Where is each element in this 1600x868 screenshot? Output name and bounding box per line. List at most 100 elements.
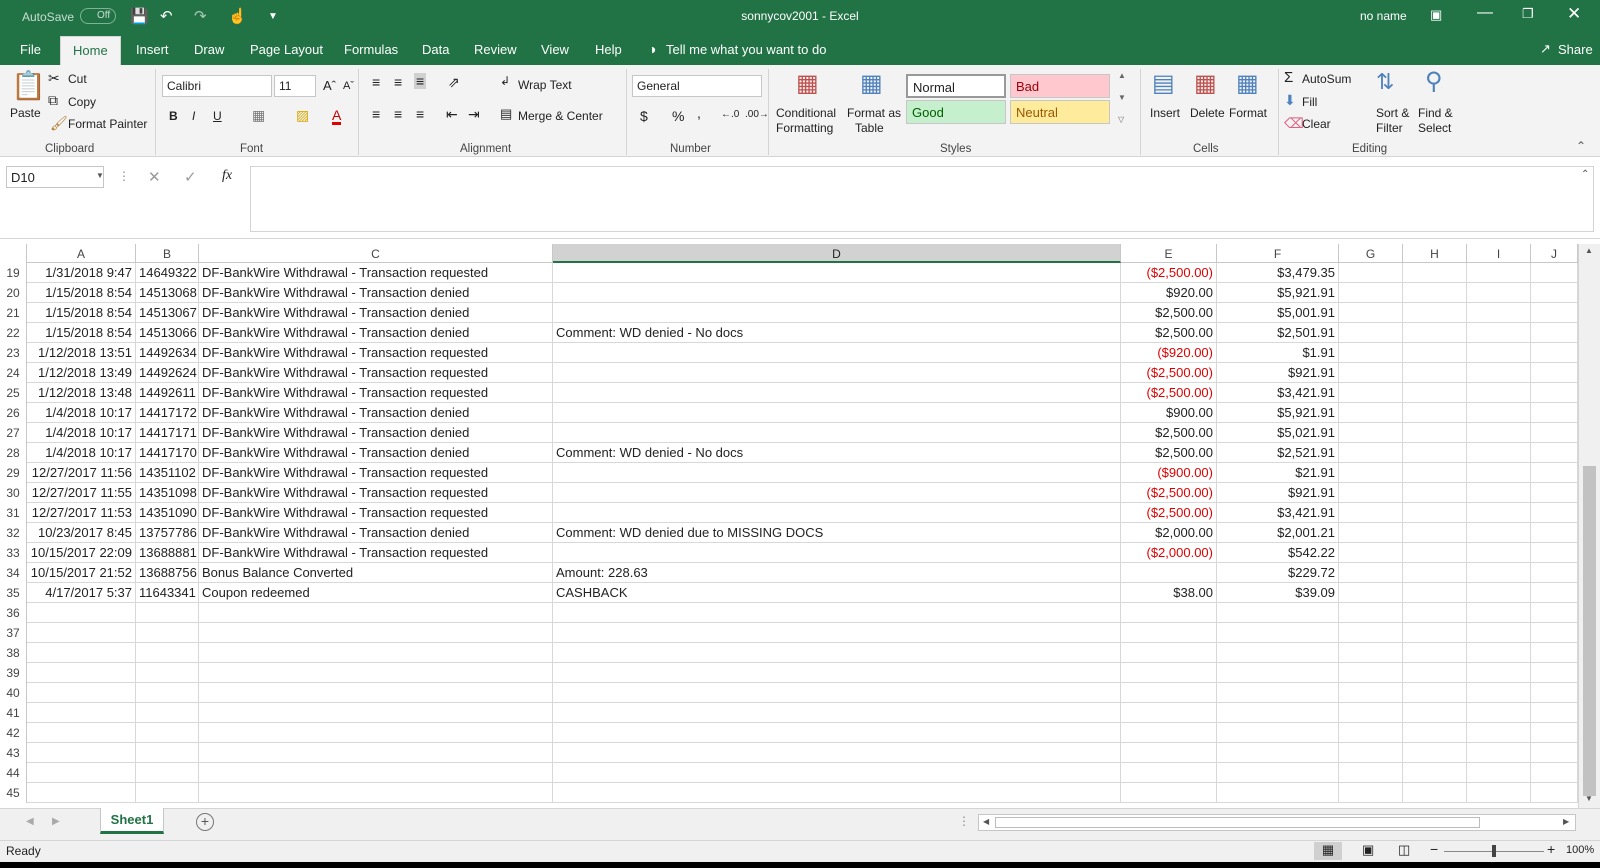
cell-c[interactable]: Bonus Balance Converted [199,563,553,583]
cell-g[interactable] [1339,283,1403,303]
cell-i[interactable] [1467,563,1531,583]
cell-d[interactable] [553,683,1121,703]
row-header[interactable]: 31 [0,503,27,523]
cell-e[interactable]: ($2,000.00) [1121,543,1217,563]
cell-i[interactable] [1467,783,1531,803]
tab-view[interactable]: View [541,42,569,57]
insert-function-button[interactable]: fx [222,168,232,184]
cell-f[interactable]: $921.91 [1217,363,1339,383]
cell-j[interactable] [1531,463,1578,483]
column-header-i[interactable]: I [1467,244,1531,263]
format-as-table-label2[interactable]: Table [855,121,884,135]
borders-icon[interactable]: ▦ [252,107,265,124]
cell-e[interactable]: ($2,500.00) [1121,383,1217,403]
scroll-up-icon[interactable]: ▲ [1585,246,1593,255]
cell-b[interactable]: 14417172 [136,403,199,423]
cell-b[interactable]: 14492611 [136,383,199,403]
cell-j[interactable] [1531,703,1578,723]
cell-d[interactable] [553,763,1121,783]
cell-a[interactable] [27,643,136,663]
cell-f[interactable]: $21.91 [1217,463,1339,483]
column-header-j[interactable]: J [1531,244,1578,263]
cell-c[interactable] [199,703,553,723]
column-header-f[interactable]: F [1217,244,1339,263]
formula-input[interactable] [250,166,1594,232]
cell-b[interactable] [136,663,199,683]
cell-g[interactable] [1339,363,1403,383]
cell-c[interactable]: DF-BankWire Withdrawal - Transaction req… [199,463,553,483]
styles-scroll-up-icon[interactable]: ▲ [1118,71,1126,80]
row-header[interactable]: 35 [0,583,27,603]
row-header[interactable]: 33 [0,543,27,563]
cell-a[interactable]: 1/15/2018 8:54 [27,303,136,323]
font-family-select[interactable]: Calibri [162,75,272,97]
cell-d[interactable] [553,463,1121,483]
style-bad[interactable]: Bad [1010,74,1110,98]
decrease-indent-icon[interactable]: ⇤ [446,106,458,123]
cell-i[interactable] [1467,763,1531,783]
cell-d[interactable]: Comment: WD denied - No docs [553,443,1121,463]
cell-g[interactable] [1339,583,1403,603]
cell-i[interactable] [1467,503,1531,523]
cell-f[interactable] [1217,763,1339,783]
page-break-view-icon[interactable]: ◫ [1398,842,1410,858]
align-left-icon[interactable]: ≡ [372,106,380,122]
cell-g[interactable] [1339,723,1403,743]
row-header[interactable]: 30 [0,483,27,503]
fill-icon[interactable]: ⬇ [1284,92,1296,109]
cell-j[interactable] [1531,363,1578,383]
cell-j[interactable] [1531,643,1578,663]
row-header[interactable]: 37 [0,623,27,643]
format-cells-button[interactable]: Format [1229,106,1267,120]
fill-color-icon[interactable]: ▨ [296,107,309,124]
underline-button[interactable]: U [213,109,222,123]
cell-e[interactable] [1121,683,1217,703]
cell-g[interactable] [1339,303,1403,323]
cell-g[interactable] [1339,323,1403,343]
cell-h[interactable] [1403,723,1467,743]
bold-button[interactable]: B [169,109,178,123]
zoom-out-icon[interactable]: − [1430,841,1438,857]
cell-f[interactable]: $2,501.91 [1217,323,1339,343]
conditional-formatting-label2[interactable]: Formatting [776,121,833,135]
cell-j[interactable] [1531,503,1578,523]
autosum-button[interactable]: AutoSum [1302,72,1351,86]
cell-j[interactable] [1531,523,1578,543]
cell-j[interactable] [1531,543,1578,563]
cell-d[interactable] [553,503,1121,523]
cell-a[interactable] [27,663,136,683]
font-color-icon[interactable]: A [332,108,342,125]
cell-c[interactable]: DF-BankWire Withdrawal - Transaction den… [199,303,553,323]
tab-insert[interactable]: Insert [136,42,169,57]
format-painter-button[interactable]: Format Painter [68,117,147,131]
cell-g[interactable] [1339,783,1403,803]
row-header[interactable]: 27 [0,423,27,443]
row-header[interactable]: 32 [0,523,27,543]
cell-a[interactable]: 1/4/2018 10:17 [27,403,136,423]
cell-j[interactable] [1531,263,1578,283]
cell-h[interactable] [1403,383,1467,403]
cell-j[interactable] [1531,383,1578,403]
cell-h[interactable] [1403,743,1467,763]
cell-g[interactable] [1339,643,1403,663]
cell-g[interactable] [1339,623,1403,643]
cell-a[interactable] [27,743,136,763]
cell-e[interactable]: $2,500.00 [1121,303,1217,323]
cell-a[interactable]: 1/15/2018 8:54 [27,323,136,343]
top-align-icon[interactable]: ≡ [372,74,380,90]
cell-c[interactable]: DF-BankWire Withdrawal - Transaction den… [199,403,553,423]
cell-i[interactable] [1467,263,1531,283]
normal-view-icon[interactable]: ▦ [1314,842,1342,860]
tab-split-handle-icon[interactable]: ⋮ [958,814,970,828]
cell-a[interactable]: 12/27/2017 11:55 [27,483,136,503]
merge-center-button[interactable]: Merge & Center [518,109,603,123]
cell-d[interactable] [553,723,1121,743]
cell-d[interactable]: CASHBACK [553,583,1121,603]
cell-j[interactable] [1531,423,1578,443]
collapse-formula-bar-icon[interactable]: ⌃ [1581,169,1589,180]
cell-a[interactable]: 10/15/2017 21:52 [27,563,136,583]
cell-c[interactable]: Coupon redeemed [199,583,553,603]
cell-j[interactable] [1531,403,1578,423]
cell-c[interactable] [199,683,553,703]
cell-f[interactable] [1217,603,1339,623]
